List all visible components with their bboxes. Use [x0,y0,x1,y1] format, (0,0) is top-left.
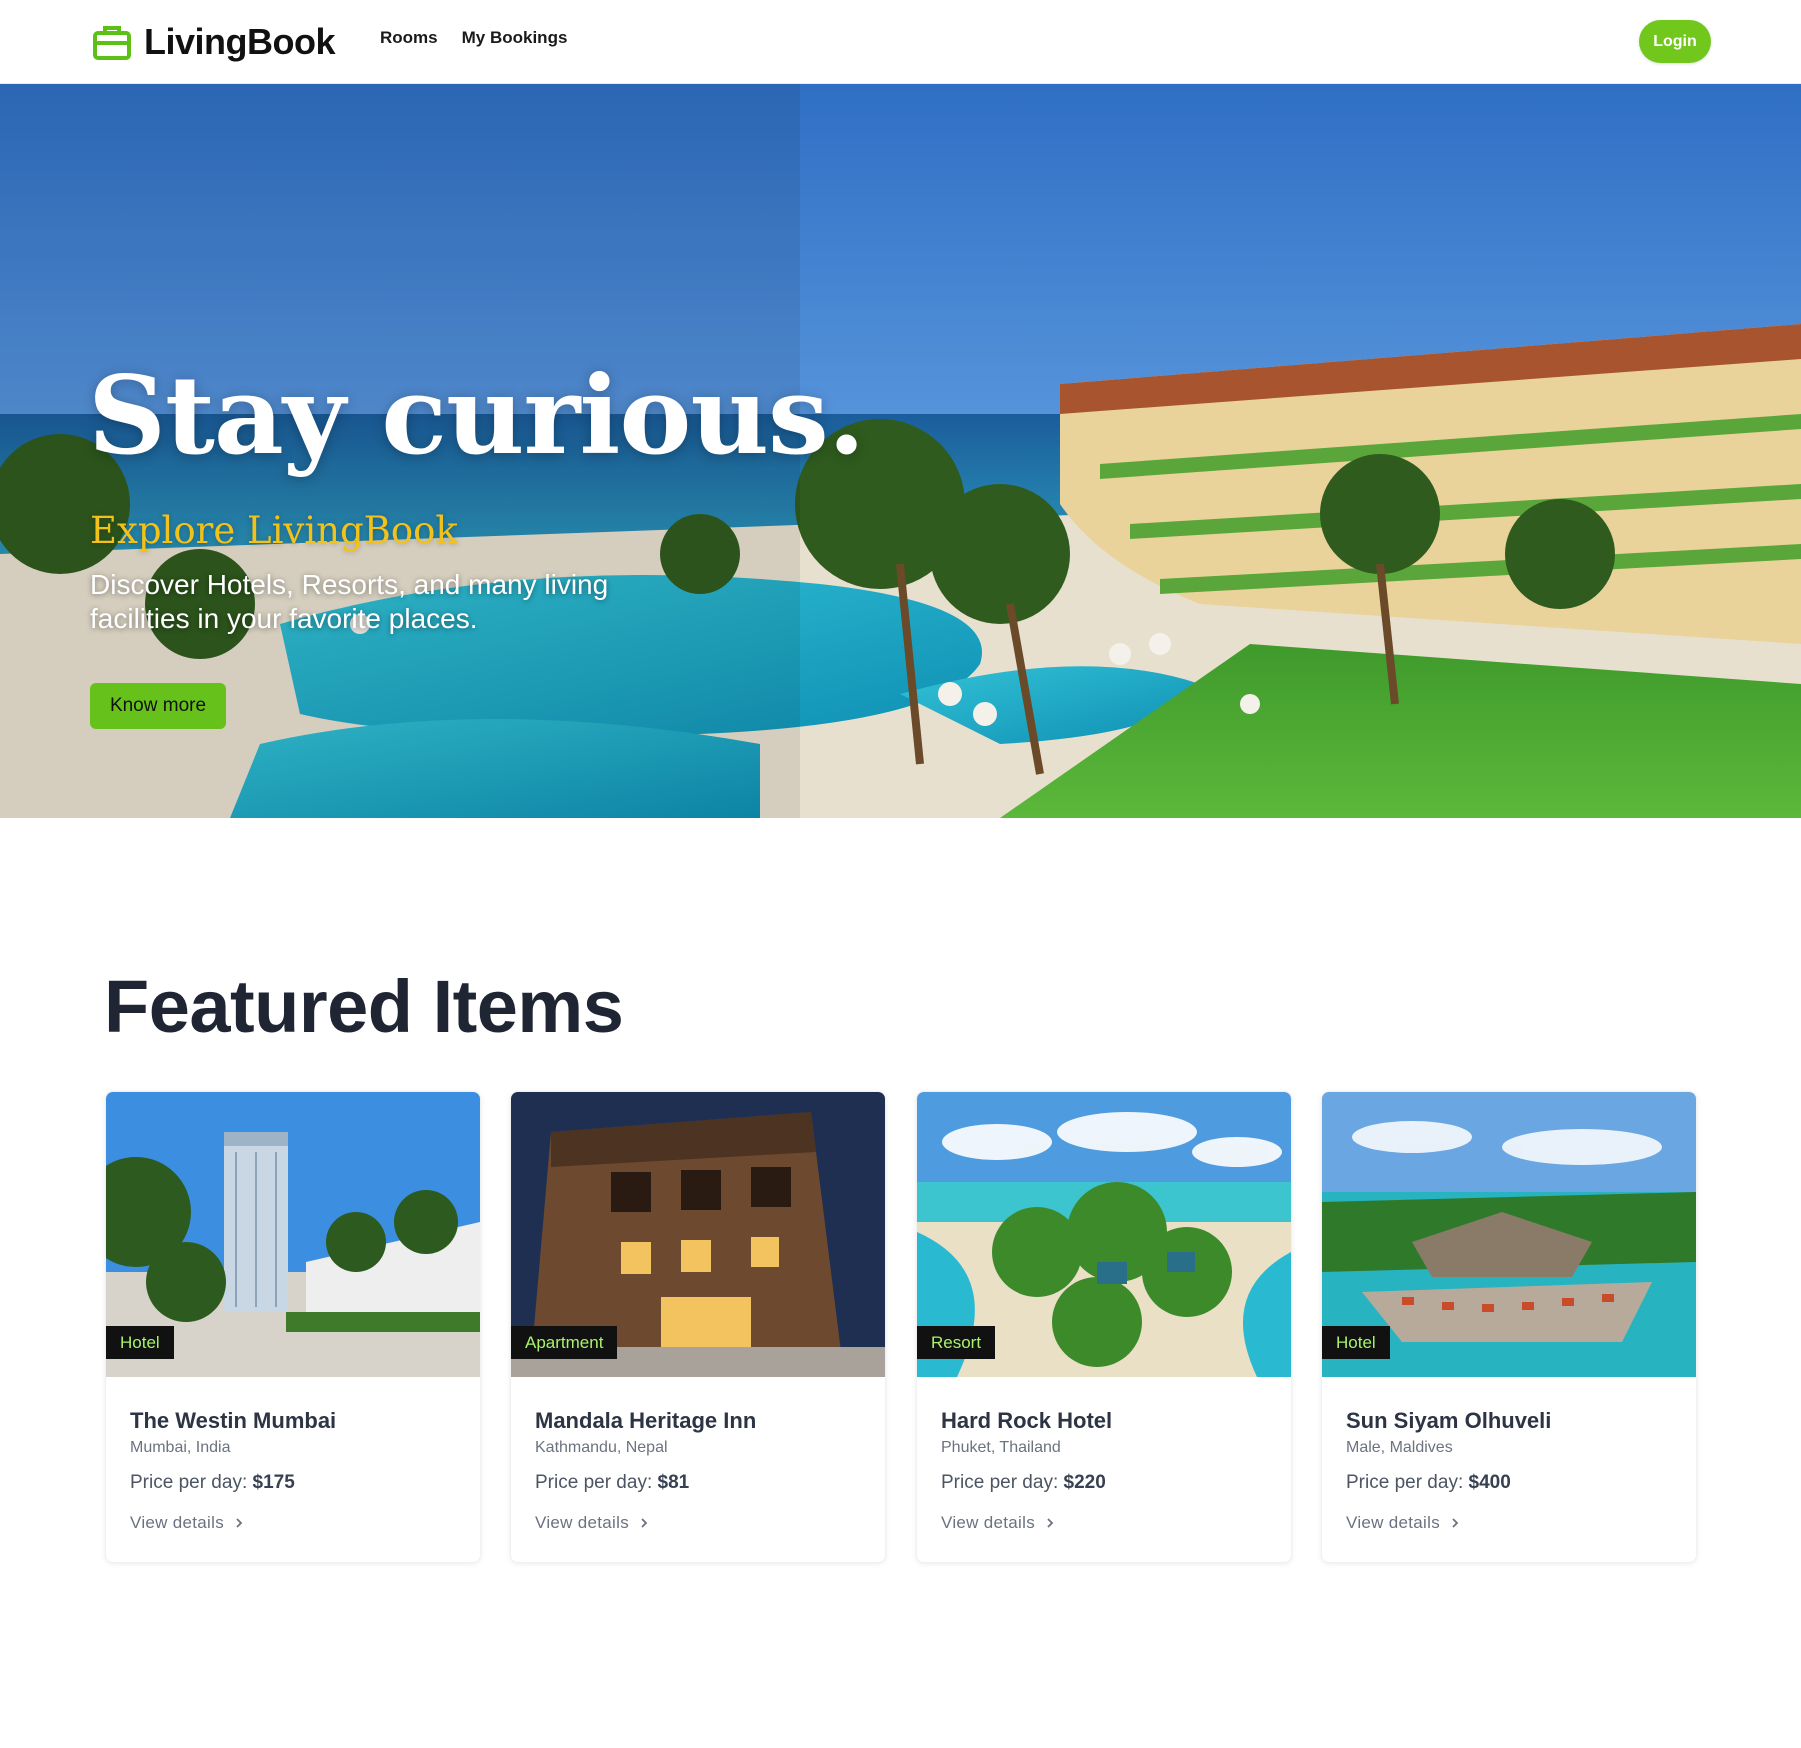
chevron-right-icon [1047,1518,1054,1528]
card-name: Sun Siyam Olhuveli [1346,1408,1552,1433]
top-navbar: LivingBook Rooms My Bookings Login [0,0,1801,84]
price-value: $400 [1468,1472,1511,1493]
view-details-link[interactable]: View details [1346,1513,1460,1533]
know-more-button[interactable]: Know more [90,683,226,729]
view-details-link[interactable]: View details [941,1513,1055,1533]
card-price: Price per day: $220 [941,1472,1106,1493]
nav-link-my-bookings[interactable]: My Bookings [462,28,568,48]
card-location: Mumbai, India [130,1439,231,1456]
briefcase-icon [93,26,131,60]
hero-title: Stay curious. [88,353,865,479]
category-badge: Hotel [1322,1326,1390,1359]
card-price: Price per day: $175 [130,1472,295,1493]
hero-banner: Stay curious. Explore LivingBook Discove… [0,84,1801,818]
featured-card-mandala[interactable]: Apartment Mandala Heritage Inn Kathmandu… [510,1091,886,1563]
brand-logo-link[interactable]: LivingBook [92,20,336,64]
featured-card-westin[interactable]: Hotel The Westin Mumbai Mumbai, India Pr… [105,1091,481,1563]
card-location: Kathmandu, Nepal [535,1439,668,1456]
hero-description: Discover Hotels, Resorts, and many livin… [90,569,609,634]
nav-link-rooms[interactable]: Rooms [380,28,438,48]
featured-card-sun-siyam[interactable]: Hotel Sun Siyam Olhuveli Male, Maldives … [1321,1091,1697,1563]
card-price: Price per day: $400 [1346,1472,1511,1493]
price-value: $175 [252,1472,295,1493]
category-badge: Resort [917,1326,996,1359]
category-badge: Hotel [106,1326,174,1359]
price-value: $81 [657,1472,690,1493]
card-location: Male, Maldives [1346,1439,1453,1456]
featured-card-hard-rock[interactable]: Resort Hard Rock Hotel Phuket, Thailand … [916,1091,1292,1563]
card-name: The Westin Mumbai [130,1408,337,1433]
hero-subtitle: Explore LivingBook [90,509,458,552]
login-button[interactable]: Login [1639,20,1711,63]
card-name: Mandala Heritage Inn [535,1408,757,1433]
featured-title: Featured Items [104,965,624,1048]
nav-links: Rooms My Bookings [380,28,567,48]
category-badge: Apartment [511,1326,618,1359]
card-name: Hard Rock Hotel [941,1408,1113,1433]
price-value: $220 [1063,1472,1106,1493]
brand-name: LivingBook [144,21,336,62]
card-price: Price per day: $81 [535,1472,690,1493]
chevron-right-icon [1452,1518,1459,1528]
card-location: Phuket, Thailand [941,1439,1061,1456]
view-details-link[interactable]: View details [535,1513,649,1533]
view-details-link[interactable]: View details [130,1513,244,1533]
chevron-right-icon [236,1518,243,1528]
chevron-right-icon [641,1518,648,1528]
